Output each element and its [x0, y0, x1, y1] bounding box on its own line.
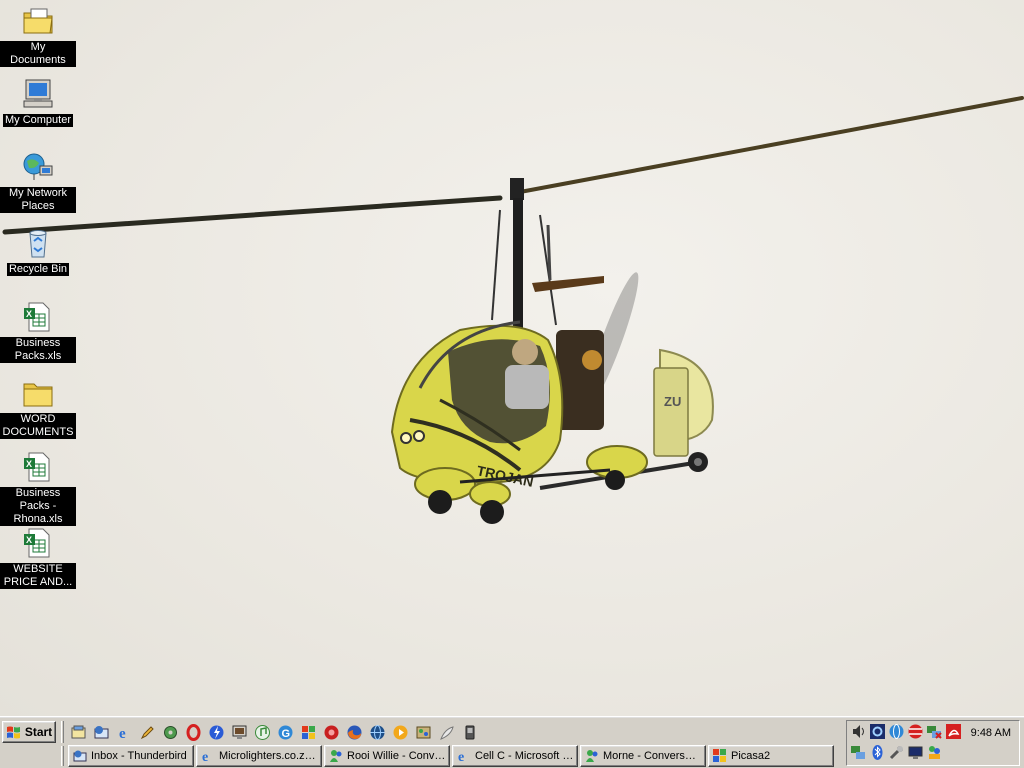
show-desktop-icon[interactable]: [68, 722, 88, 742]
task-label: Microlighters.co.za ...: [219, 750, 318, 762]
globe-icon[interactable]: [367, 722, 387, 742]
computer-icon: [23, 79, 53, 108]
bluetooth-icon[interactable]: [869, 744, 886, 761]
svg-text:X: X: [26, 459, 32, 469]
globe-icon[interactable]: [888, 723, 905, 740]
desktop-icon-label: My Network Places: [0, 187, 76, 213]
network-icon: [23, 153, 53, 180]
folder-documents-icon: [23, 8, 53, 34]
task-button-picasa[interactable]: Picasa2: [708, 745, 834, 767]
task-label: Morne - Conversation: [603, 750, 702, 762]
internet-explorer-icon: e: [202, 750, 208, 764]
task-buttons: Inbox - Thunderbird e Microlighters.co.z…: [68, 745, 838, 767]
firefox-icon[interactable]: [344, 722, 364, 742]
desktop[interactable]: ZU TROJAN My Documents My Computer My Ne…: [0, 0, 1024, 716]
monitor-icon[interactable]: [229, 722, 249, 742]
opera-icon[interactable]: [183, 722, 203, 742]
svg-text:X: X: [26, 309, 32, 319]
desktop-icon-label: WEBSITE PRICE AND...: [0, 563, 76, 589]
tools-icon[interactable]: [888, 744, 905, 761]
start-button[interactable]: Start: [2, 721, 56, 743]
desktop-icon-label: WORD DOCUMENTS: [0, 413, 76, 439]
task-button-microlighters[interactable]: e Microlighters.co.za ...: [196, 745, 322, 767]
excel-file-icon: X: [24, 528, 50, 558]
desktop-icon-business-packs-rhona[interactable]: X Business Packs - Rhona.xls: [0, 450, 76, 526]
task-button-morne[interactable]: Morne - Conversation: [580, 745, 706, 767]
task-label: Cell C - Microsoft In...: [475, 750, 574, 762]
task-label: Rooi Willie - Conve...: [347, 750, 446, 762]
desktop-icon-my-network-places[interactable]: My Network Places: [0, 150, 76, 213]
task-button-cell-c[interactable]: e Cell C - Microsoft In...: [452, 745, 578, 767]
acrobat-icon[interactable]: [945, 723, 962, 740]
desktop-icon-word-documents[interactable]: WORD DOCUMENTS: [0, 376, 76, 439]
desktop-icon-my-computer[interactable]: My Computer: [0, 77, 76, 127]
itunes-icon[interactable]: [252, 722, 272, 742]
toolbar-grip[interactable]: [61, 746, 64, 766]
taskbar: Start e G Inbox - Thunderbird e Microlig…: [0, 716, 1024, 768]
desktop-icon-label: My Documents: [0, 41, 76, 67]
palette-icon[interactable]: [413, 722, 433, 742]
svg-text:e: e: [458, 750, 464, 764]
task-label: Inbox - Thunderbird: [91, 750, 187, 762]
task-label: Picasa2: [731, 750, 771, 762]
thunderbird-icon[interactable]: [91, 722, 111, 742]
windows-flag-icon: [6, 726, 20, 739]
gyrocopter-wallpaper: ZU TROJAN: [2, 96, 1024, 524]
desktop-icon-recycle-bin[interactable]: Recycle Bin: [0, 226, 76, 276]
excel-file-icon: X: [24, 302, 50, 332]
network-disconnected-icon[interactable]: [926, 723, 943, 740]
media-player-icon[interactable]: [390, 722, 410, 742]
picasa-icon[interactable]: [298, 722, 318, 742]
red-circle-icon[interactable]: [321, 722, 341, 742]
task-button-rooi-willie[interactable]: Rooi Willie - Conve...: [324, 745, 450, 767]
desktop-icon-website-price[interactable]: X WEBSITE PRICE AND...: [0, 526, 76, 589]
excel-file-icon: X: [24, 452, 50, 482]
quick-launch-toolbar: e G: [68, 720, 480, 744]
messenger-icon: [586, 750, 598, 762]
radio-icon[interactable]: [869, 723, 886, 740]
messenger-icon: [330, 750, 342, 762]
google-icon[interactable]: G: [275, 722, 295, 742]
antivirus-icon[interactable]: [907, 723, 924, 740]
desktop-icon-label: Recycle Bin: [6, 263, 70, 276]
winamp-icon[interactable]: [206, 722, 226, 742]
display-icon[interactable]: [907, 744, 924, 761]
task-button-thunderbird[interactable]: Inbox - Thunderbird: [68, 745, 194, 767]
gear-globe-icon[interactable]: [160, 722, 180, 742]
device-icon[interactable]: [459, 722, 479, 742]
thunderbird-icon: [73, 750, 87, 762]
svg-text:e: e: [119, 726, 126, 741]
people-icon[interactable]: [926, 744, 943, 761]
picasa-icon: [713, 749, 726, 762]
internet-explorer-icon[interactable]: e: [114, 722, 134, 742]
tail-registration: ZU: [664, 394, 681, 409]
network-icon[interactable]: [850, 744, 867, 761]
clock[interactable]: 9:48 AM: [971, 727, 1011, 739]
feather-icon[interactable]: [436, 722, 456, 742]
system-tray: 9:48 AM: [846, 720, 1020, 766]
internet-explorer-icon: e: [458, 750, 464, 764]
pencil-icon[interactable]: [137, 722, 157, 742]
toolbar-grip[interactable]: [61, 721, 64, 743]
recycle-bin-icon: [29, 230, 47, 258]
svg-text:e: e: [202, 750, 208, 764]
start-label: Start: [24, 725, 53, 739]
desktop-icon-label: Business Packs.xls: [0, 337, 76, 363]
volume-icon[interactable]: [850, 723, 867, 740]
desktop-icon-label: Business Packs - Rhona.xls: [0, 487, 76, 526]
desktop-icon-business-packs[interactable]: X Business Packs.xls: [0, 300, 76, 363]
desktop-icon-label: My Computer: [2, 114, 74, 127]
desktop-icon-my-documents[interactable]: My Documents: [0, 4, 76, 67]
svg-text:X: X: [26, 535, 32, 545]
folder-icon: [23, 383, 53, 407]
svg-text:G: G: [281, 728, 290, 740]
